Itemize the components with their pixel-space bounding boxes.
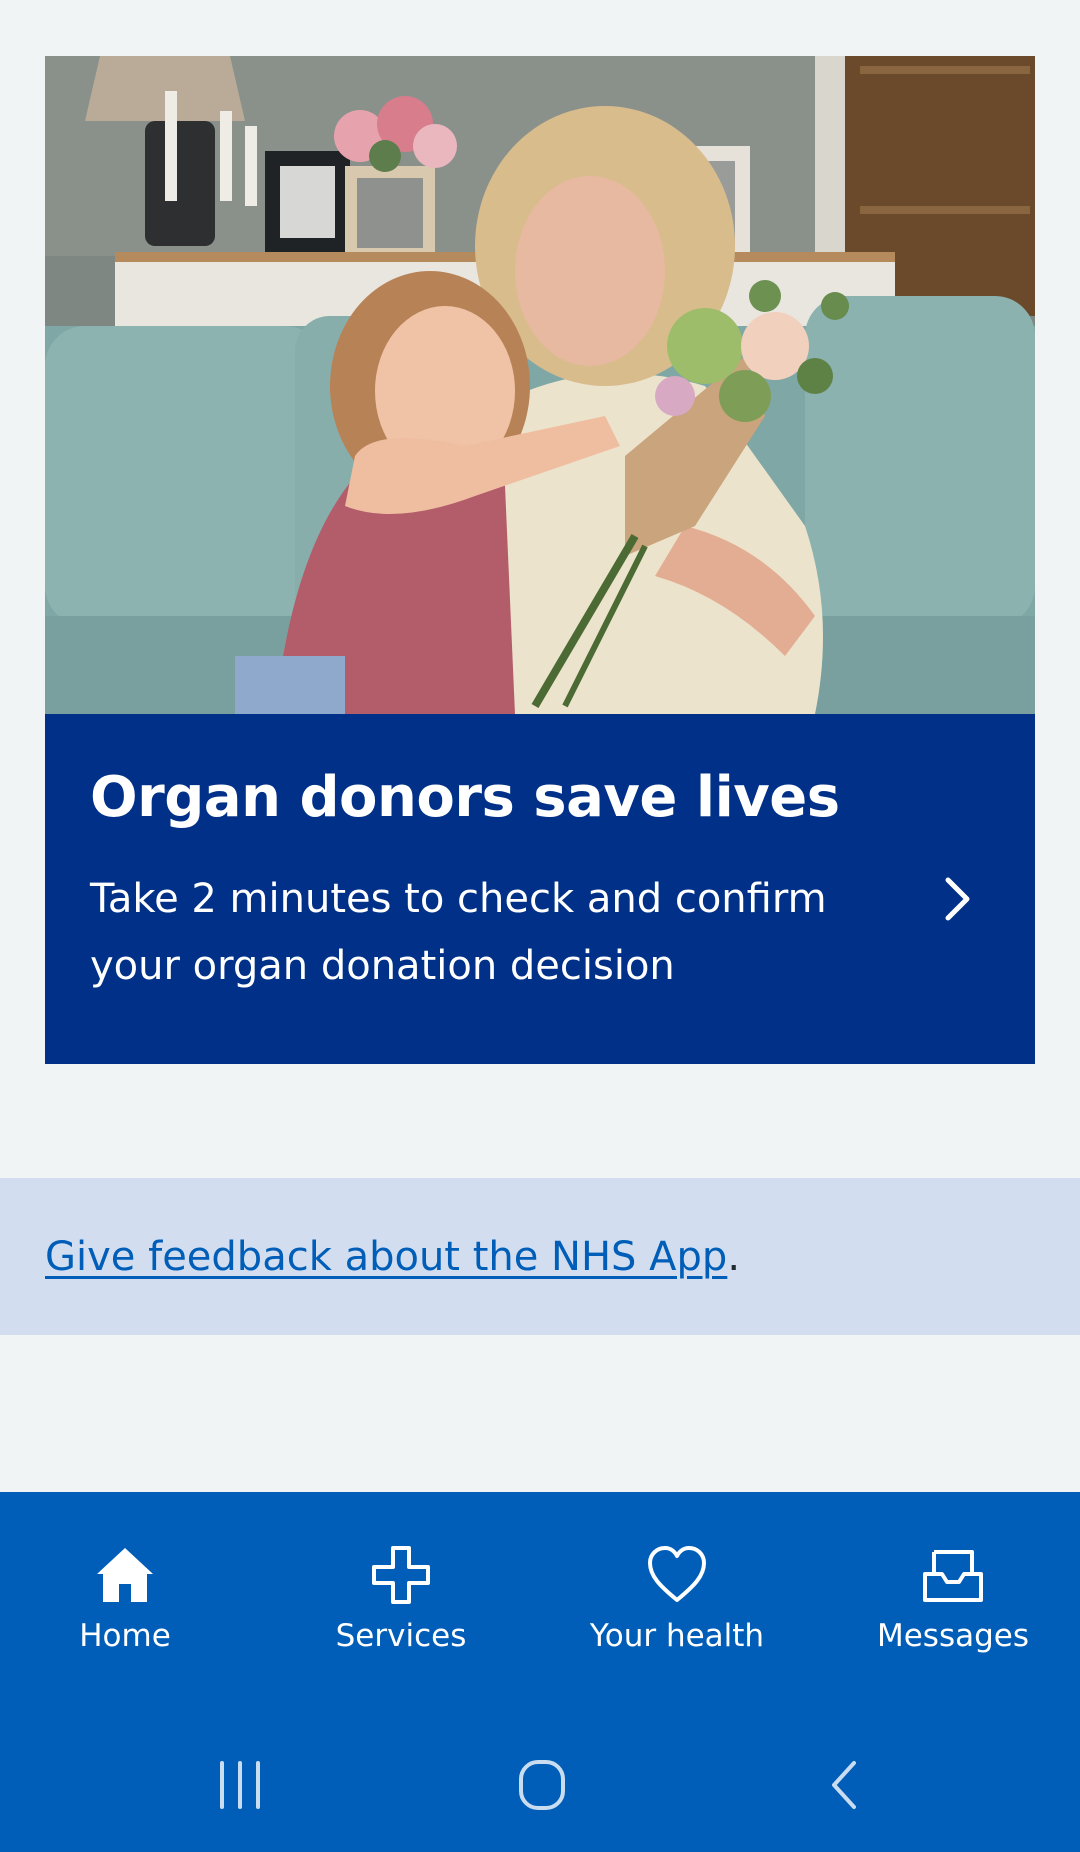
home-icon — [97, 1548, 153, 1602]
nav-item-services[interactable]: Services — [271, 1544, 531, 1674]
nav-label-home: Home — [79, 1618, 171, 1654]
recent-apps-icon[interactable] — [200, 1755, 280, 1815]
nav-item-home[interactable]: Home — [0, 1544, 255, 1674]
feedback-suffix: . — [727, 1233, 741, 1280]
home-button-icon[interactable] — [502, 1755, 582, 1815]
promo-title: Organ donors save lives — [90, 765, 840, 830]
promo-photo — [45, 56, 1035, 714]
promo-description: Take 2 minutes to check and confirm your… — [90, 876, 827, 989]
inbox-icon — [923, 1550, 983, 1602]
nav-label-your-health: Your health — [589, 1618, 765, 1654]
system-navigation-bar — [0, 1720, 1080, 1852]
chevron-right-icon — [945, 877, 970, 921]
feedback-text: Give feedback about the NHS App. — [45, 1232, 740, 1282]
nav-label-messages: Messages — [876, 1618, 1030, 1654]
bottom-navigation: Home Services Your health Messages — [0, 1492, 1080, 1852]
back-icon[interactable] — [804, 1755, 884, 1815]
bottom-nav-items: Home Services Your health Messages — [0, 1492, 1080, 1692]
heart-icon — [648, 1546, 706, 1602]
plus-icon — [372, 1546, 430, 1604]
feedback-banner: Give feedback about the NHS App. — [0, 1178, 1080, 1335]
organ-donation-promo-card[interactable]: Organ donors save lives Take 2 minutes t… — [45, 56, 1035, 1064]
nav-item-messages[interactable]: Messages — [823, 1544, 1080, 1674]
app-screen: Organ donors save lives Take 2 minutes t… — [0, 0, 1080, 1852]
nav-item-your-health[interactable]: Your health — [547, 1544, 807, 1674]
nav-label-services: Services — [335, 1618, 467, 1654]
promo-text-panel: Organ donors save lives Take 2 minutes t… — [45, 714, 1035, 1064]
give-feedback-link[interactable]: Give feedback about the NHS App — [45, 1234, 727, 1280]
